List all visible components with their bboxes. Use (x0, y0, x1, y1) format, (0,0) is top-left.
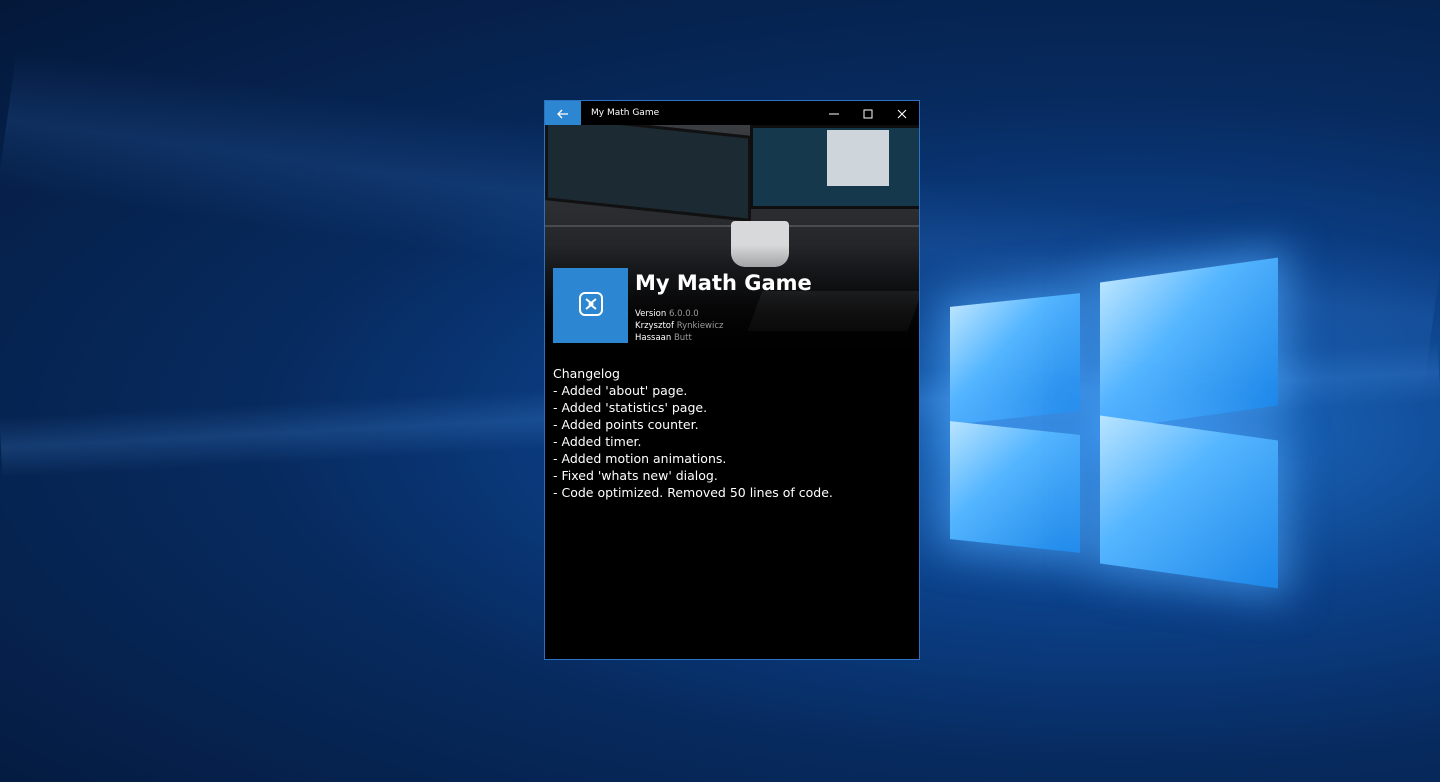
minimize-button[interactable] (817, 101, 851, 125)
meta-row-version: Version 6.0.0.0 (635, 308, 724, 320)
app-meta: Version 6.0.0.0 Krzysztof Rynkiewicz Has… (635, 308, 724, 344)
changelog-item: - Added points counter. (553, 417, 699, 432)
app-name: My Math Game (635, 271, 812, 295)
changelog-item: - Added timer. (553, 434, 642, 449)
app-logo-icon (578, 291, 604, 321)
windows-logo (940, 250, 1290, 600)
arrow-left-icon (557, 104, 569, 123)
changelog-item: - Added motion animations. (553, 451, 727, 466)
meta-value: Butt (673, 333, 692, 343)
changelog-heading: Changelog (553, 366, 620, 381)
close-button[interactable] (885, 101, 919, 125)
meta-label: Version (635, 309, 667, 319)
meta-row-author: Hassaan Butt (635, 332, 724, 344)
changelog-item: - Added 'about' page. (553, 383, 688, 398)
minimize-icon (829, 104, 839, 123)
window-controls (817, 101, 919, 125)
window-title: My Math Game (591, 108, 660, 118)
hero-photo-monitor (545, 125, 751, 222)
changelog-item: - Added 'statistics' page. (553, 400, 708, 415)
changelog: Changelog - Added 'about' page. - Added … (553, 365, 833, 501)
app-window: My Math Game My Math Game Version 6.0.0.… (544, 100, 920, 660)
close-icon (897, 104, 907, 123)
maximize-icon (863, 104, 873, 123)
title-bar: My Math Game (545, 101, 919, 125)
changelog-item: - Code optimized. Removed 50 lines of co… (553, 485, 833, 500)
meta-value: 6.0.0.0 (668, 309, 699, 319)
app-tile (553, 268, 628, 343)
changelog-item: - Fixed 'whats new' dialog. (553, 468, 718, 483)
meta-label: Krzysztof (635, 321, 674, 331)
meta-label: Hassaan (635, 333, 672, 343)
hero-photo-calculator-screen (827, 130, 889, 186)
back-button[interactable] (545, 101, 581, 125)
meta-row-author: Krzysztof Rynkiewicz (635, 320, 724, 332)
meta-value: Rynkiewicz (676, 321, 724, 331)
maximize-button[interactable] (851, 101, 885, 125)
